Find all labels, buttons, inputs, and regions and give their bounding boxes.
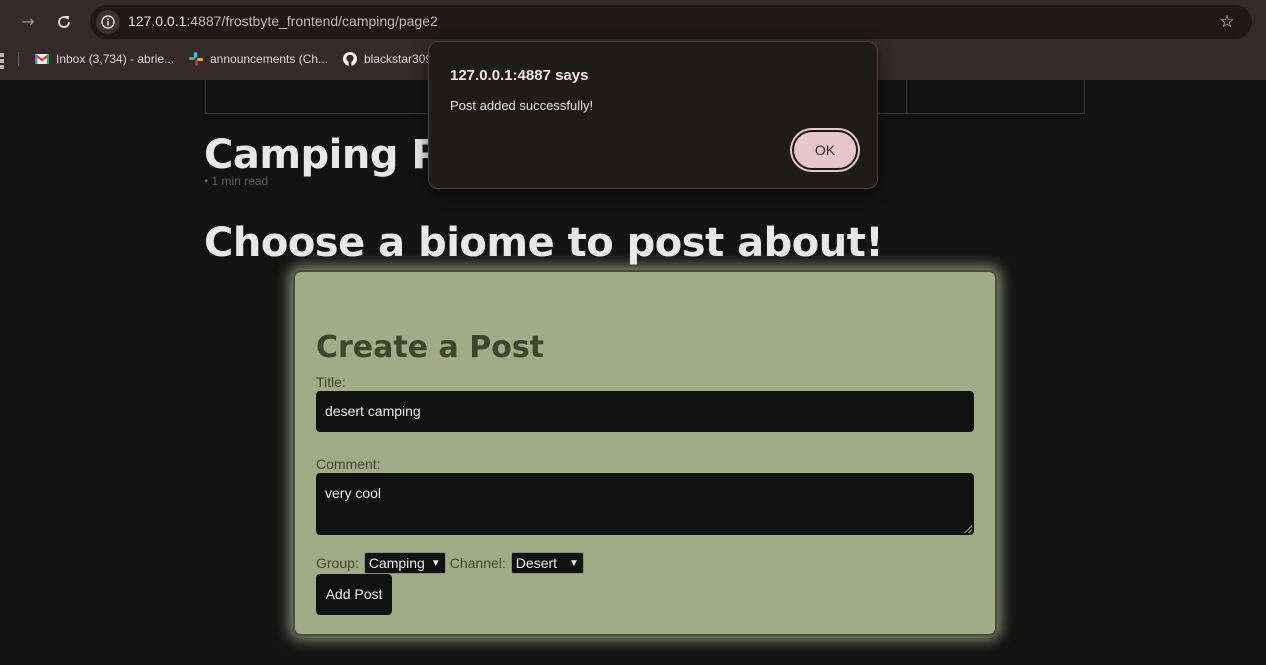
channel-select-value: Desert xyxy=(515,555,558,571)
title-input[interactable]: desert camping xyxy=(316,391,974,432)
title-label: Title: xyxy=(316,374,346,390)
apps-icon[interactable] xyxy=(0,49,6,69)
github-icon xyxy=(342,51,358,67)
url-path: :4887/frostbyte_frontend/camping/page2 xyxy=(186,13,438,29)
group-select[interactable]: Camping ▼ xyxy=(363,552,446,574)
read-time: • 1 min read xyxy=(204,174,269,188)
slack-icon xyxy=(188,51,204,67)
comment-text: very cool xyxy=(325,485,382,501)
gmail-icon xyxy=(34,51,50,67)
resize-handle-icon[interactable] xyxy=(964,525,972,533)
browser-toolbar: → 127.0.0.1:4887/frostbyte_frontend/camp… xyxy=(0,0,1266,44)
url-host: 127.0.0.1 xyxy=(128,13,187,29)
add-post-button[interactable]: Add Post xyxy=(316,574,392,615)
bookmark-github[interactable]: blackstar309 xyxy=(342,49,432,69)
bookmark-gmail-label: Inbox (3,734) - abrie... xyxy=(56,52,175,66)
form-heading: Create a Post xyxy=(316,330,545,365)
forward-icon[interactable]: → xyxy=(16,10,40,34)
card-divider xyxy=(906,80,907,114)
dialog-message: Post added successfully! xyxy=(450,98,594,113)
channel-select[interactable]: Desert ▼ xyxy=(510,552,584,574)
comment-label: Comment: xyxy=(316,456,381,472)
biome-heading: Choose a biome to post about! xyxy=(204,220,884,266)
reload-icon[interactable] xyxy=(52,10,76,34)
create-post-form: Create a Post Title: desert camping Comm… xyxy=(293,270,997,636)
bookmark-slack[interactable]: announcements (Ch... xyxy=(188,49,328,69)
group-label: Group: xyxy=(316,555,359,571)
bookmark-slack-label: announcements (Ch... xyxy=(210,52,329,66)
chevron-down-icon: ▼ xyxy=(430,557,441,569)
bookmark-gmail[interactable]: Inbox (3,734) - abrie... xyxy=(34,49,174,69)
alert-dialog: 127.0.0.1:4887 says Post added successfu… xyxy=(428,41,878,189)
site-info-icon[interactable] xyxy=(96,10,120,34)
bookmarks-separator xyxy=(18,52,19,66)
bookmark-github-label: blackstar309 xyxy=(364,52,433,66)
comment-textarea[interactable]: very cool xyxy=(316,473,974,535)
group-select-value: Camping xyxy=(368,555,425,571)
ok-button[interactable]: OK xyxy=(792,130,858,170)
chevron-down-icon: ▼ xyxy=(569,557,579,569)
bookmark-star-icon[interactable]: ☆ xyxy=(1216,11,1238,33)
channel-label: Channel: xyxy=(449,555,506,571)
select-row: Group: Camping ▼ Channel: Desert ▼ xyxy=(316,552,588,574)
dialog-title: 127.0.0.1:4887 says xyxy=(450,67,589,84)
url-text[interactable]: 127.0.0.1:4887/frostbyte_frontend/campin… xyxy=(128,13,438,29)
address-bar[interactable]: 127.0.0.1:4887/frostbyte_frontend/campin… xyxy=(90,5,1252,39)
